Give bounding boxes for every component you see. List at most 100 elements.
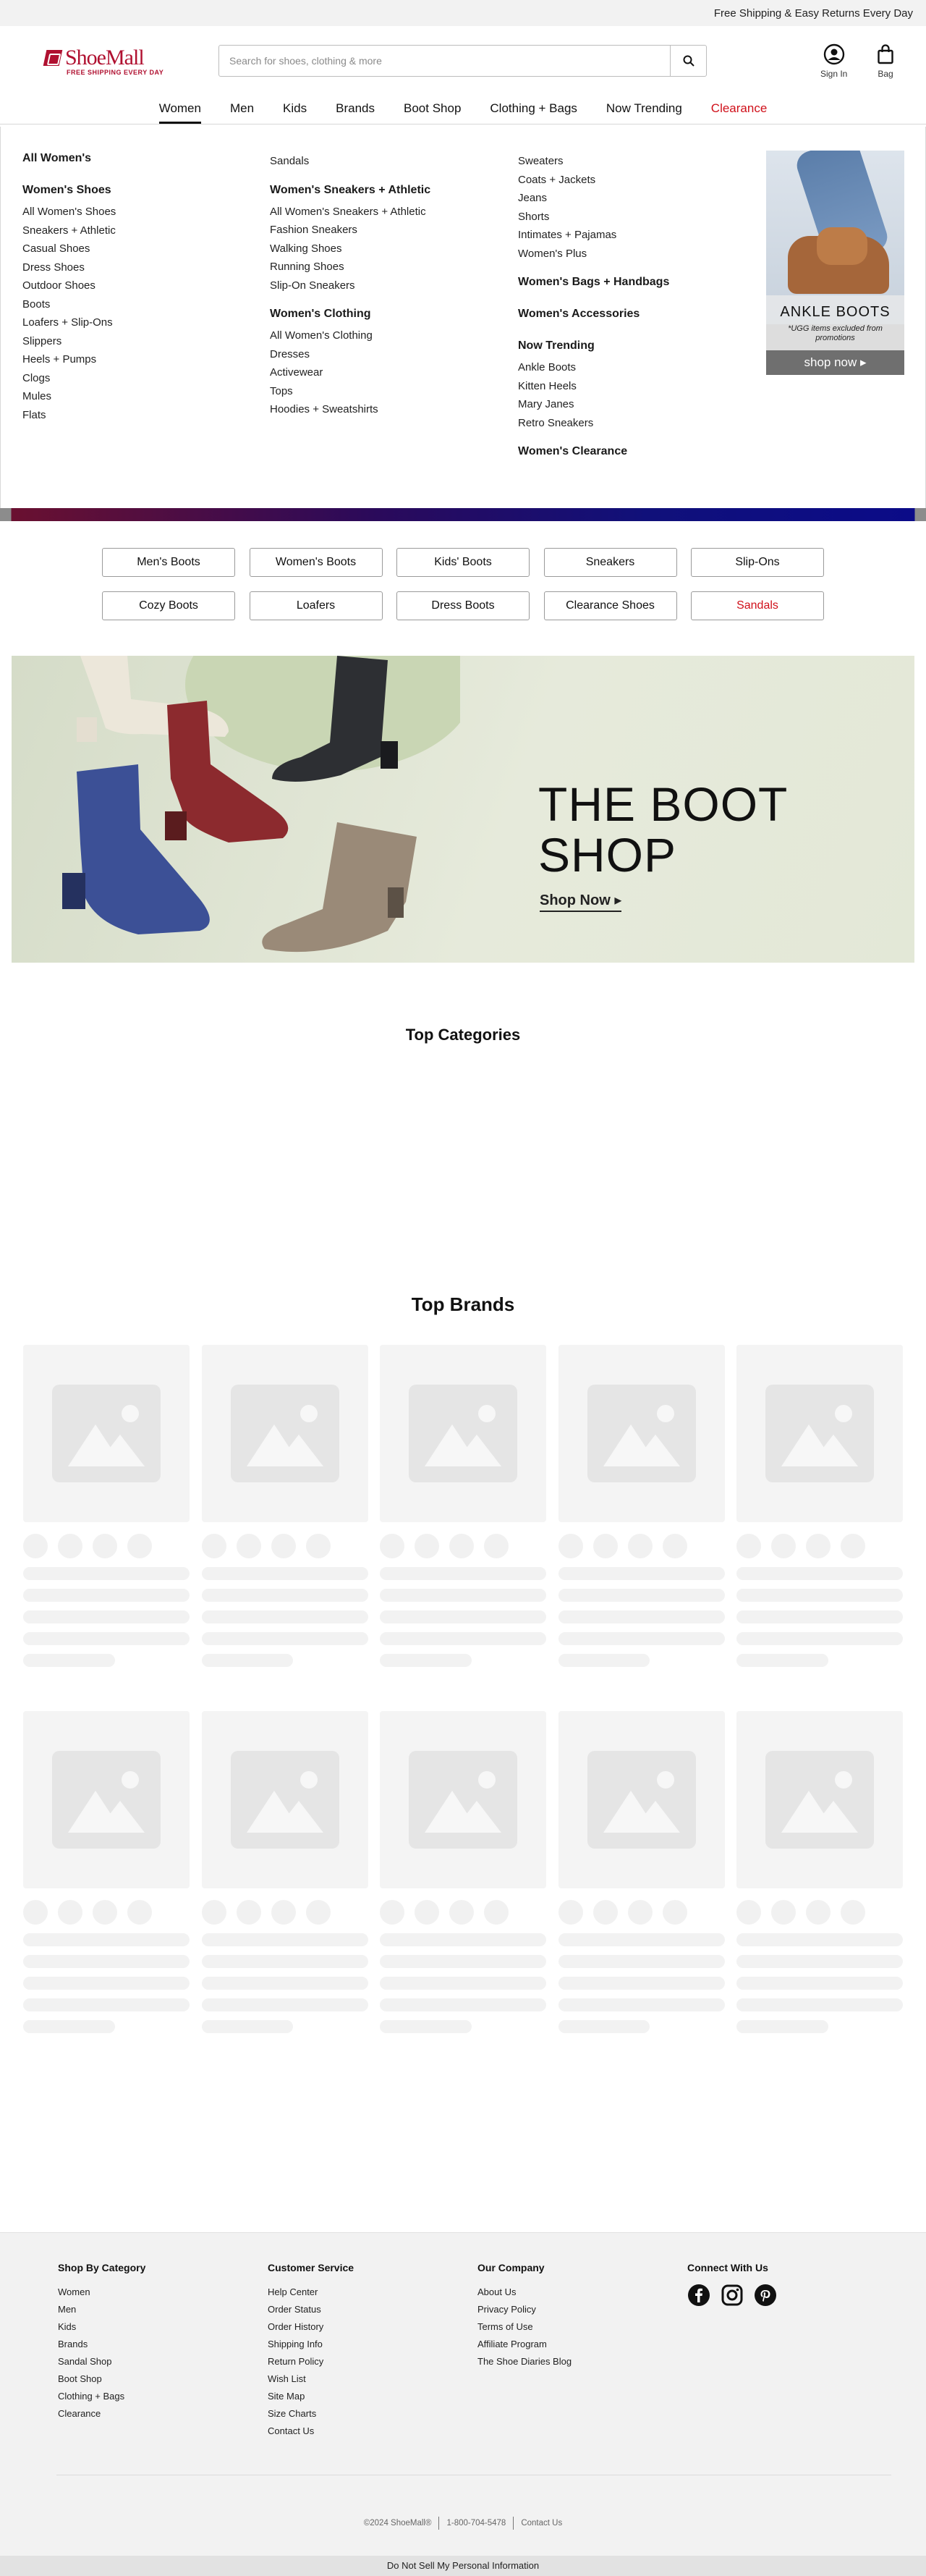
nav-item-brands[interactable]: Brands bbox=[321, 96, 389, 124]
nav-item-clothing-bags[interactable]: Clothing + Bags bbox=[475, 96, 592, 124]
shoemall-logo[interactable]: ShoeMall FREE SHIPPING EVERY DAY bbox=[43, 46, 190, 76]
mega-link[interactable]: Ankle Boots bbox=[518, 358, 749, 377]
mega-link[interactable]: Sneakers + Athletic bbox=[22, 221, 254, 240]
ankle-boots-promo[interactable]: ANKLE BOOTS *UGG items excluded from pro… bbox=[766, 151, 904, 375]
mega-link[interactable]: Flats bbox=[22, 406, 254, 425]
footer-link[interactable]: Brands bbox=[58, 2336, 145, 2353]
mega-link[interactable]: Outdoor Shoes bbox=[22, 276, 254, 295]
hero-shop-now-link[interactable]: Shop Now ▸ bbox=[540, 891, 622, 912]
chip-dress-boots[interactable]: Dress Boots bbox=[396, 591, 530, 620]
chip-womens-boots[interactable]: Women's Boots bbox=[249, 548, 383, 577]
search-input[interactable] bbox=[219, 46, 670, 76]
mega-link[interactable]: Walking Shoes bbox=[270, 240, 501, 258]
footer-heading: Our Company bbox=[477, 2262, 545, 2273]
footer-link[interactable]: Order Status bbox=[268, 2301, 354, 2318]
mega-link[interactable]: All Women's Sneakers + Athletic bbox=[270, 203, 501, 221]
search-button[interactable] bbox=[670, 46, 706, 76]
all-womens-link[interactable]: All Women's bbox=[22, 152, 254, 165]
footer-link[interactable]: Shipping Info bbox=[268, 2336, 354, 2353]
now-trending-heading[interactable]: Now Trending bbox=[518, 339, 749, 352]
nav-item-now-trending[interactable]: Now Trending bbox=[592, 96, 697, 124]
instagram-icon[interactable] bbox=[721, 2284, 744, 2307]
nav-item-men[interactable]: Men bbox=[216, 96, 268, 124]
mega-link[interactable]: All Women's Clothing bbox=[270, 326, 501, 345]
brand-card-placeholder bbox=[558, 1711, 725, 2033]
do-not-sell-link[interactable]: Do Not Sell My Personal Information bbox=[0, 2556, 926, 2576]
womens-clearance-heading[interactable]: Women's Clearance bbox=[518, 445, 749, 458]
mega-link[interactable]: Hoodies + Sweatshirts bbox=[270, 400, 501, 419]
womens-sneakers-heading[interactable]: Women's Sneakers + Athletic bbox=[270, 184, 501, 197]
footer-link[interactable]: Sandal Shop bbox=[58, 2353, 145, 2370]
mega-link[interactable]: Running Shoes bbox=[270, 258, 501, 276]
chip-sandals[interactable]: Sandals bbox=[691, 591, 824, 620]
mega-link[interactable]: Slip-On Sneakers bbox=[270, 276, 501, 295]
footer-link[interactable]: Women bbox=[58, 2284, 145, 2301]
mega-link[interactable]: Sweaters bbox=[518, 152, 749, 171]
mega-link[interactable]: Dresses bbox=[270, 345, 501, 364]
mega-link[interactable]: Shorts bbox=[518, 208, 749, 227]
chip-clearance-shoes[interactable]: Clearance Shoes bbox=[543, 591, 677, 620]
footer-link[interactable]: About Us bbox=[477, 2284, 572, 2301]
footer-link[interactable]: Size Charts bbox=[268, 2405, 354, 2423]
mega-link[interactable]: Intimates + Pajamas bbox=[518, 226, 749, 245]
footer-link[interactable]: Return Policy bbox=[268, 2353, 354, 2370]
mega-link[interactable]: Tops bbox=[270, 382, 501, 401]
mega-link[interactable]: Loafers + Slip-Ons bbox=[22, 313, 254, 332]
pinterest-icon[interactable] bbox=[754, 2284, 777, 2307]
footer-link[interactable]: The Shoe Diaries Blog bbox=[477, 2353, 572, 2370]
footer-link[interactable]: Contact Us bbox=[268, 2423, 354, 2440]
mega-link[interactable]: Sandals bbox=[270, 152, 501, 171]
footer-link[interactable]: Men bbox=[58, 2301, 145, 2318]
mega-link[interactable]: Boots bbox=[22, 295, 254, 314]
mega-link[interactable]: Women's Plus bbox=[518, 245, 749, 263]
footer-link[interactable]: Boot Shop bbox=[58, 2370, 145, 2388]
chip-kids-boots[interactable]: Kids' Boots bbox=[396, 548, 530, 577]
phone-number[interactable]: 1-800-704-5478 bbox=[446, 2519, 506, 2528]
mega-link[interactable]: Casual Shoes bbox=[22, 240, 254, 258]
mega-link[interactable]: Clogs bbox=[22, 369, 254, 388]
chip-slip-ons[interactable]: Slip-Ons bbox=[691, 548, 824, 577]
promo-shop-now-button[interactable]: shop now ▸ bbox=[766, 350, 904, 375]
mega-link[interactable]: Fashion Sneakers bbox=[270, 221, 501, 240]
footer-link[interactable]: Kids bbox=[58, 2318, 145, 2336]
brand-card-placeholder bbox=[736, 1711, 903, 2033]
footer-link[interactable]: Affiliate Program bbox=[477, 2336, 572, 2353]
nav-item-kids[interactable]: Kids bbox=[268, 96, 321, 124]
footer-link[interactable]: Privacy Policy bbox=[477, 2301, 572, 2318]
bag-link[interactable]: Bag bbox=[877, 43, 894, 79]
sign-in-link[interactable]: Sign In bbox=[820, 43, 847, 79]
mega-link[interactable]: Activewear bbox=[270, 363, 501, 382]
footer-link[interactable]: Order History bbox=[268, 2318, 354, 2336]
nav-item-clearance[interactable]: Clearance bbox=[697, 96, 782, 124]
chip-sneakers[interactable]: Sneakers bbox=[543, 548, 677, 577]
womens-accessories-heading[interactable]: Women's Accessories bbox=[518, 308, 749, 321]
mega-link[interactable]: Coats + Jackets bbox=[518, 171, 749, 190]
mega-link[interactable]: Heels + Pumps bbox=[22, 350, 254, 369]
footer-link[interactable]: Site Map bbox=[268, 2388, 354, 2405]
mega-link[interactable]: Jeans bbox=[518, 189, 749, 208]
nav-item-women[interactable]: Women bbox=[145, 96, 216, 124]
mega-link[interactable]: All Women's Shoes bbox=[22, 203, 254, 221]
mega-link[interactable]: Mules bbox=[22, 387, 254, 406]
chip-cozy-boots[interactable]: Cozy Boots bbox=[102, 591, 235, 620]
womens-clothing-heading[interactable]: Women's Clothing bbox=[270, 308, 501, 321]
footer-link[interactable]: Wish List bbox=[268, 2370, 354, 2388]
mega-link[interactable]: Slippers bbox=[22, 332, 254, 351]
boot-shop-hero-banner[interactable]: THE BOOT SHOP Shop Now ▸ bbox=[12, 656, 914, 963]
nav-item-boot-shop[interactable]: Boot Shop bbox=[389, 96, 475, 124]
footer-link[interactable]: Help Center bbox=[268, 2284, 354, 2301]
mega-link[interactable]: Kitten Heels bbox=[518, 377, 749, 396]
footer-link[interactable]: Clothing + Bags bbox=[58, 2388, 145, 2405]
mega-link[interactable]: Mary Janes bbox=[518, 395, 749, 414]
chip-mens-boots[interactable]: Men's Boots bbox=[102, 548, 235, 577]
mega-link[interactable]: Dress Shoes bbox=[22, 258, 254, 277]
mega-link[interactable]: Retro Sneakers bbox=[518, 414, 749, 433]
footer-link[interactable]: Clearance bbox=[58, 2405, 145, 2423]
footer-contact-link[interactable]: Contact Us bbox=[521, 2519, 562, 2528]
facebook-icon[interactable] bbox=[687, 2284, 710, 2307]
chip-loafers[interactable]: Loafers bbox=[249, 591, 383, 620]
hero-title: THE BOOT SHOP bbox=[538, 777, 789, 882]
womens-shoes-heading[interactable]: Women's Shoes bbox=[22, 184, 254, 197]
footer-link[interactable]: Terms of Use bbox=[477, 2318, 572, 2336]
womens-bags-heading[interactable]: Women's Bags + Handbags bbox=[518, 276, 749, 289]
